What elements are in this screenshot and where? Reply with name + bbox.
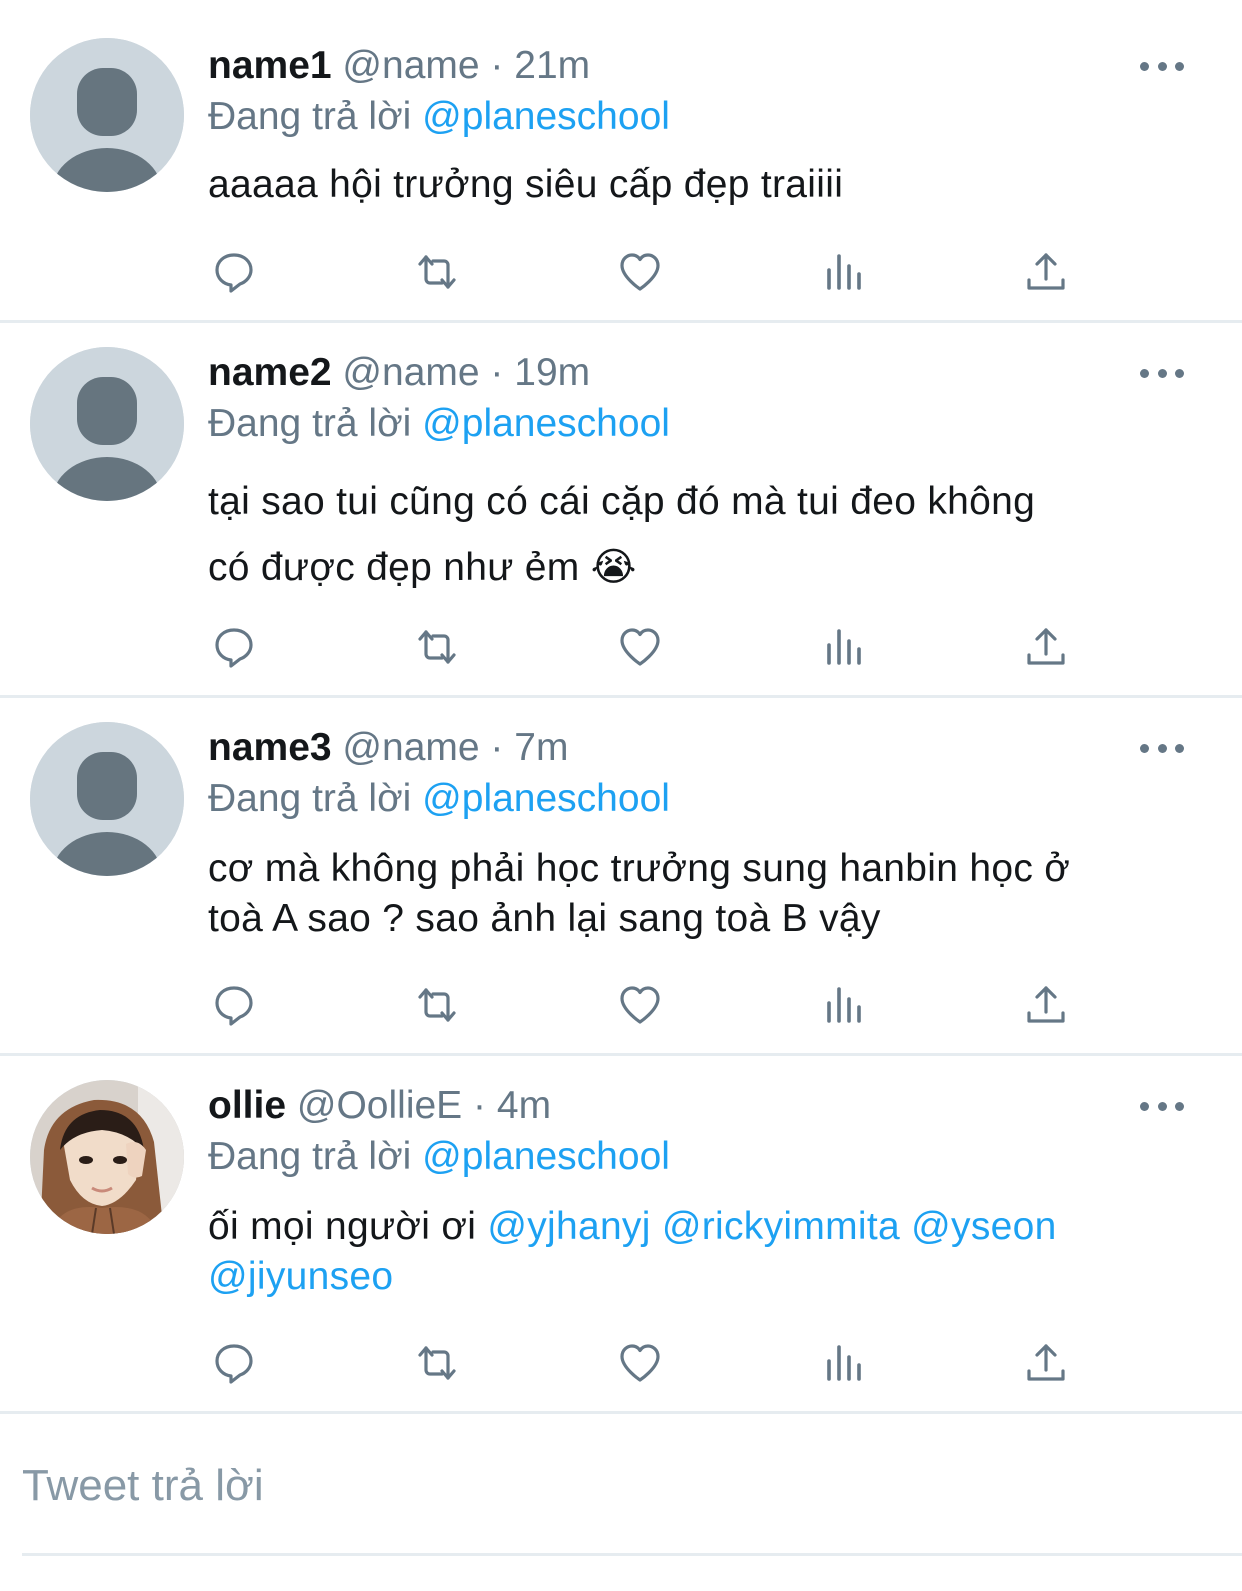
avatar[interactable]: [30, 1080, 184, 1234]
display-name[interactable]: ollie: [208, 1084, 286, 1127]
default-avatar-icon: [30, 347, 184, 501]
display-name[interactable]: name1: [208, 44, 332, 87]
reply-input[interactable]: [22, 1456, 1172, 1516]
more-icon[interactable]: [1140, 363, 1184, 383]
replying-to-label: Đang trả lời: [208, 777, 412, 820]
action-bar: [0, 1333, 1242, 1393]
action-bar: [0, 975, 1242, 1035]
replying-to-mention[interactable]: @planeschool: [422, 402, 670, 445]
tweet-text-line: tại sao tui cũng có cái cặp đó mà tui đe…: [208, 480, 1036, 523]
share-icon[interactable]: [1016, 975, 1076, 1035]
reply-tweet[interactable]: ollie @OollieE · 4m Đang trả lời @planes…: [0, 1056, 1242, 1414]
tweet-header: name3 @name · 7m: [208, 725, 568, 771]
reply-tweet[interactable]: name2 @name · 19m Đang trả lời @planesch…: [0, 323, 1242, 698]
default-avatar-icon: [30, 38, 184, 192]
separator-dot: ·: [490, 351, 504, 394]
tweet-header: name2 @name · 19m: [208, 350, 590, 396]
analytics-icon[interactable]: [813, 975, 873, 1035]
crying-face-emoji-icon: 😭: [590, 546, 637, 589]
avatar[interactable]: [30, 722, 184, 876]
more-icon[interactable]: [1140, 1096, 1184, 1116]
heart-icon[interactable]: [610, 975, 670, 1035]
retweet-icon[interactable]: [407, 617, 467, 677]
separator-dot: ·: [490, 44, 504, 87]
analytics-icon[interactable]: [813, 617, 873, 677]
user-handle[interactable]: @name: [342, 44, 479, 87]
reply-icon[interactable]: [204, 1333, 264, 1393]
heart-icon[interactable]: [610, 617, 670, 677]
divider: [22, 1553, 1242, 1556]
reply-icon[interactable]: [204, 617, 264, 677]
timestamp[interactable]: 19m: [514, 351, 590, 394]
mention-link[interactable]: @yseon: [911, 1205, 1056, 1248]
replying-to-mention[interactable]: @planeschool: [422, 1135, 670, 1178]
tweet-text-line: cơ mà không phải học trưởng sung hanbin …: [208, 847, 1071, 890]
timestamp[interactable]: 7m: [514, 726, 568, 769]
retweet-icon[interactable]: [407, 242, 467, 302]
replying-to-label: Đang trả lời: [208, 95, 412, 138]
action-bar: [0, 242, 1242, 302]
user-handle[interactable]: @OollieE: [297, 1084, 462, 1127]
separator-dot: ·: [473, 1084, 487, 1127]
user-handle[interactable]: @name: [342, 351, 479, 394]
reply-composer: [0, 1414, 1242, 1564]
heart-icon[interactable]: [610, 1333, 670, 1393]
tweet-text: aaaaa hội trưởng siêu cấp đẹp traiiii: [208, 163, 844, 206]
retweet-icon[interactable]: [407, 1333, 467, 1393]
replying-to: Đang trả lời @planeschool: [208, 94, 670, 140]
replying-to-label: Đang trả lời: [208, 1135, 412, 1178]
user-handle[interactable]: @name: [342, 726, 479, 769]
separator-dot: ·: [490, 726, 504, 769]
timestamp[interactable]: 21m: [514, 44, 590, 87]
tweet-header: ollie @OollieE · 4m: [208, 1083, 551, 1129]
tweet-text: cơ mà không phải học trưởng sung hanbin …: [208, 844, 1168, 944]
default-avatar-icon: [30, 722, 184, 876]
reply-icon[interactable]: [204, 242, 264, 302]
analytics-icon[interactable]: [813, 1333, 873, 1393]
share-icon[interactable]: [1016, 1333, 1076, 1393]
tweet-header: name1 @name · 21m: [208, 43, 590, 89]
more-icon[interactable]: [1140, 56, 1184, 76]
tweet-text-line: toà A sao ? sao ảnh lại sang toà B vậy: [208, 897, 881, 940]
mention-link[interactable]: @rickyimmita: [662, 1205, 900, 1248]
share-icon[interactable]: [1016, 242, 1076, 302]
display-name[interactable]: name3: [208, 726, 332, 769]
avatar[interactable]: [30, 38, 184, 192]
mention-link[interactable]: @yjhanyj: [487, 1205, 650, 1248]
replying-to: Đang trả lời @planeschool: [208, 1134, 670, 1180]
avatar[interactable]: [30, 347, 184, 501]
replying-to: Đang trả lời @planeschool: [208, 776, 670, 822]
reply-icon[interactable]: [204, 975, 264, 1035]
heart-icon[interactable]: [610, 242, 670, 302]
display-name[interactable]: name2: [208, 351, 332, 394]
mention-link[interactable]: @jiyunseo: [208, 1255, 393, 1298]
profile-photo-icon: [30, 1080, 184, 1234]
reply-tweet[interactable]: name1 @name · 21m Đang trả lời @planesch…: [0, 0, 1242, 323]
retweet-icon[interactable]: [407, 975, 467, 1035]
share-icon[interactable]: [1016, 617, 1076, 677]
tweet-text-line: có được đẹp như ẻm: [208, 546, 580, 589]
replying-to-mention[interactable]: @planeschool: [422, 777, 670, 820]
analytics-icon[interactable]: [813, 242, 873, 302]
action-bar: [0, 617, 1242, 677]
replying-to-mention[interactable]: @planeschool: [422, 95, 670, 138]
reply-tweet[interactable]: name3 @name · 7m Đang trả lời @planescho…: [0, 698, 1242, 1056]
tweet-text-prefix: ối mọi người ơi: [208, 1205, 477, 1248]
tweet-text: tại sao tui cũng có cái cặp đó mà tui đe…: [208, 469, 1168, 601]
replying-to-label: Đang trả lời: [208, 402, 412, 445]
timestamp[interactable]: 4m: [497, 1084, 551, 1127]
tweet-text: ối mọi người ơi @yjhanyj @rickyimmita @y…: [208, 1202, 1168, 1302]
more-icon[interactable]: [1140, 738, 1184, 758]
replying-to: Đang trả lời @planeschool: [208, 401, 670, 447]
